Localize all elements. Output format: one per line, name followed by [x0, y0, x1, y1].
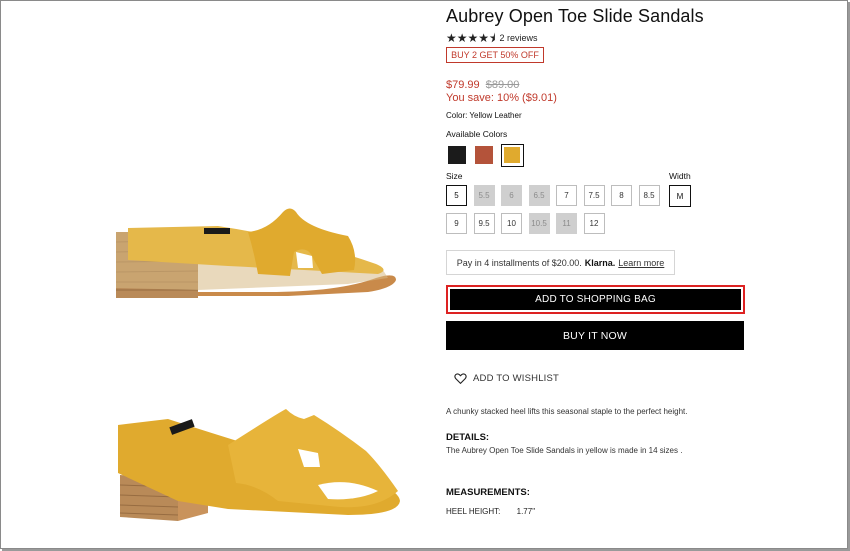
add-to-wishlist-button[interactable]: ADD TO WISHLIST	[454, 372, 559, 385]
product-description: A chunky stacked heel lifts this seasona…	[446, 407, 688, 416]
available-colors-label: Available Colors	[446, 129, 508, 139]
promo-badge: BUY 2 GET 50% OFF	[446, 47, 544, 63]
heel-height-label: HEEL HEIGHT:	[446, 507, 501, 516]
sale-price: $79.99	[446, 79, 480, 91]
color-label: Color: Yellow Leather	[446, 111, 522, 120]
size-option: 11	[556, 213, 577, 234]
star-icon: ★	[446, 31, 457, 45]
wishlist-label: ADD TO WISHLIST	[473, 373, 560, 384]
size-option[interactable]: 10	[501, 213, 522, 234]
klarna-logo: Klarna.	[584, 257, 616, 268]
product-title: Aubrey Open Toe Slide Sandals	[446, 6, 704, 26]
price-row: $79.99 $89.00	[446, 79, 519, 91]
rating[interactable]: ★ ★ ★ ★ ⯨ 2 reviews	[446, 32, 537, 44]
product-image-side[interactable]	[108, 200, 408, 310]
size-option: 6.5	[528, 185, 550, 206]
klarna-banner: Pay in 4 installments of $20.00. Klarna.…	[446, 250, 675, 275]
size-option[interactable]: 7.5	[583, 185, 605, 206]
add-to-bag-button[interactable]: ADD TO SHOPPING BAG	[450, 289, 741, 310]
details-text: The Aubrey Open Toe Slide Sandals in yel…	[446, 446, 683, 455]
size-option[interactable]: 8.5	[638, 185, 660, 206]
heel-height: HEEL HEIGHT: 1.77"	[446, 507, 535, 516]
color-swatch-yellow[interactable]	[501, 144, 524, 167]
star-icon: ★	[456, 31, 468, 45]
product-image-angle[interactable]	[108, 405, 408, 525]
size-option: 6	[501, 185, 522, 206]
heart-icon	[454, 373, 467, 385]
learn-more-link[interactable]: Learn more	[618, 258, 664, 268]
width-option-m[interactable]: M	[669, 185, 691, 207]
klarna-text: Pay in 4 installments of $20.00.	[456, 257, 582, 268]
size-option: 10.5	[528, 213, 550, 234]
size-option[interactable]: 7	[556, 185, 577, 206]
details-heading: DETAILS:	[446, 432, 490, 443]
size-option[interactable]: 5	[446, 185, 467, 206]
half-star-icon: ⯨	[489, 31, 496, 45]
savings: You save: 10% ($9.01)	[446, 92, 557, 104]
size-option[interactable]: 12	[583, 213, 605, 234]
measurements-heading: MEASUREMENTS:	[446, 487, 530, 498]
star-icon: ★	[467, 31, 479, 45]
reviews-count[interactable]: 2 reviews	[499, 33, 537, 43]
original-price: $89.00	[485, 79, 520, 91]
star-icon: ★	[478, 31, 490, 45]
color-swatch-black[interactable]	[448, 146, 466, 164]
color-swatch-yellow-fill	[504, 147, 520, 163]
color-swatch-cognac[interactable]	[475, 146, 493, 164]
add-to-bag-focus-ring: ADD TO SHOPPING BAG	[446, 285, 745, 314]
heel-height-value: 1.77"	[516, 507, 536, 516]
size-label: Size	[446, 171, 463, 181]
size-option[interactable]: 8	[611, 185, 632, 206]
size-option[interactable]: 9.5	[473, 213, 495, 234]
buy-now-button[interactable]: BUY IT NOW	[446, 321, 744, 350]
size-option[interactable]: 9	[446, 213, 467, 234]
size-option: 5.5	[473, 185, 495, 206]
width-label: Width	[669, 171, 691, 181]
